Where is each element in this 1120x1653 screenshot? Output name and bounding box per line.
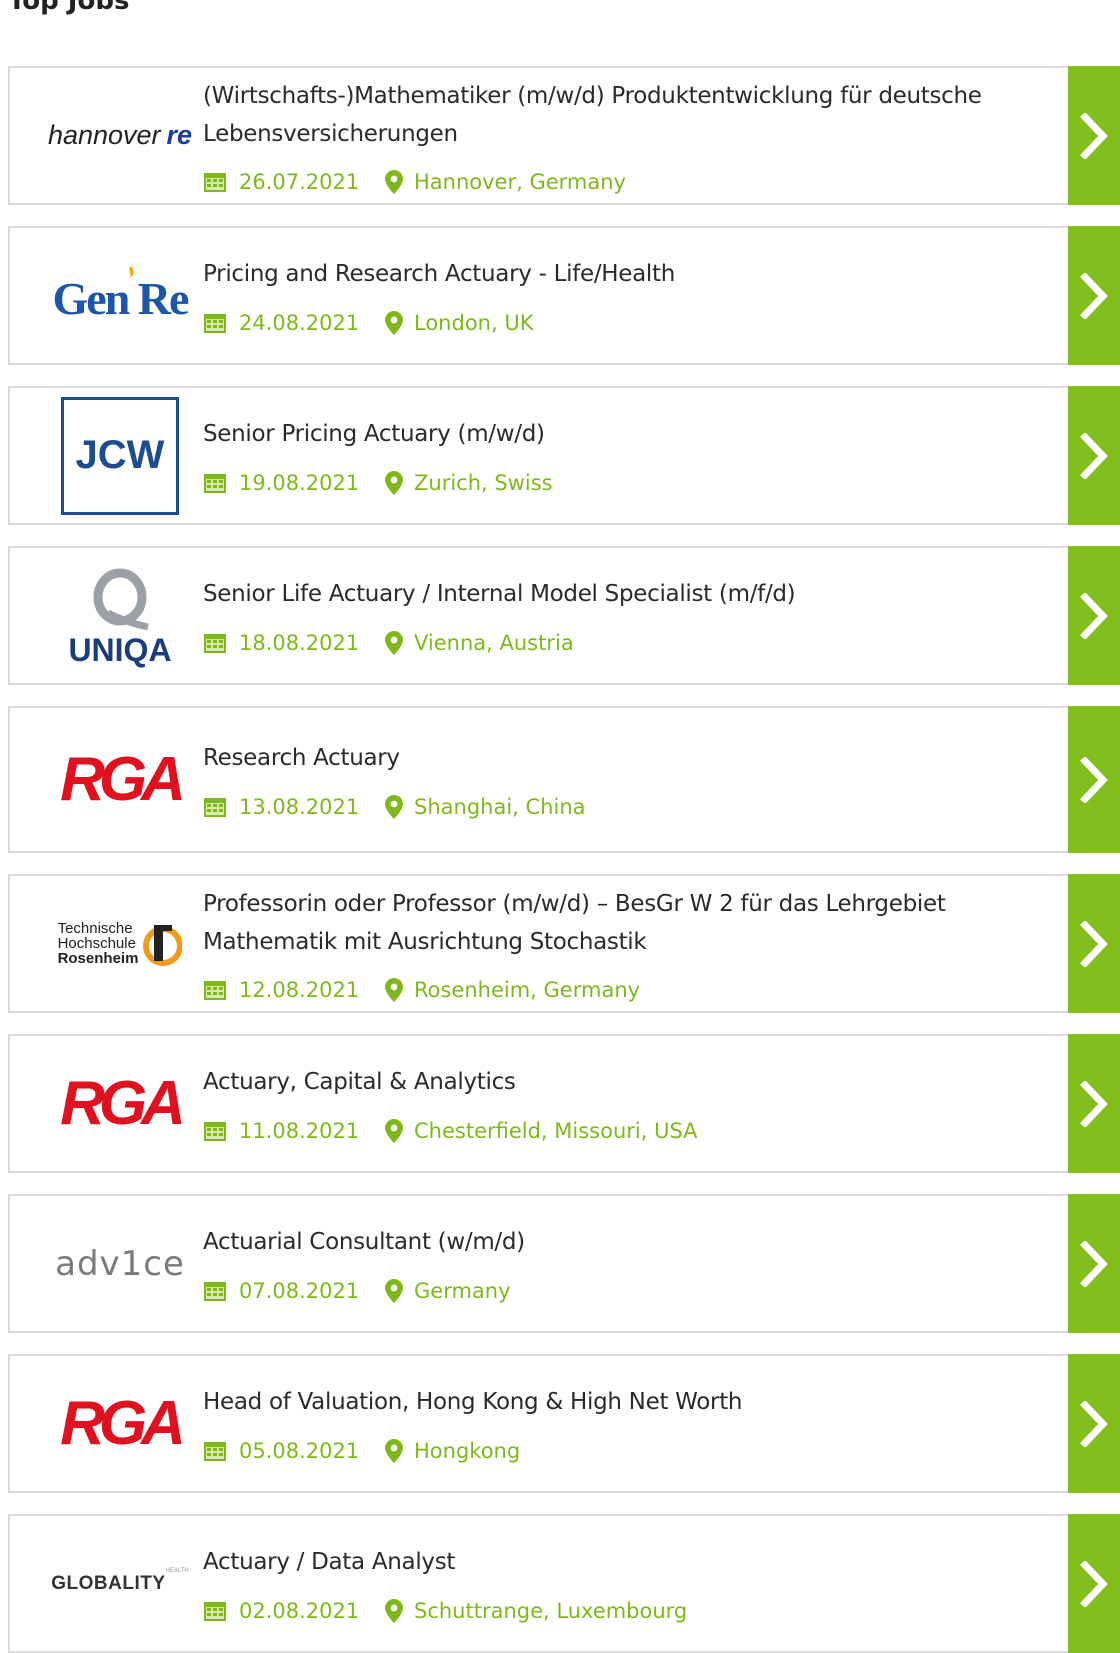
posting-date: 05.08.2021 (239, 1439, 360, 1463)
posting-date: 11.08.2021 (239, 1119, 360, 1143)
open-job-button[interactable] (1068, 66, 1120, 205)
job-title-link[interactable]: Head of Valuation, Hong Kong & High Net … (203, 1383, 1026, 1421)
location-pin-icon (385, 1279, 403, 1303)
company-logo-rga: RGA (60, 745, 186, 814)
open-job-button[interactable] (1068, 226, 1120, 365)
job-card[interactable]: JCW Senior Pricing Actuary (m/w/d) 19.08… (8, 386, 1120, 525)
chevron-right-icon (1080, 1400, 1108, 1447)
chevron-right-icon (1080, 272, 1108, 319)
posting-date: 07.08.2021 (239, 1279, 360, 1303)
chevron-right-icon (1080, 1080, 1108, 1127)
job-title-link[interactable]: Pricing and Research Actuary - Life/Heal… (203, 255, 1026, 293)
location-pin-icon (385, 1119, 403, 1143)
chevron-right-icon (1080, 592, 1108, 639)
job-title-link[interactable]: Actuary / Data Analyst (203, 1543, 1026, 1581)
location-pin-icon (385, 1439, 403, 1463)
open-job-button[interactable] (1068, 386, 1120, 525)
job-location: Schuttrange, Luxembourg (414, 1599, 688, 1623)
posting-date: 19.08.2021 (239, 471, 360, 495)
posting-date: 26.07.2021 (239, 170, 360, 194)
open-job-button[interactable] (1068, 546, 1120, 685)
open-job-button[interactable] (1068, 1514, 1120, 1653)
job-location: Rosenheim, Germany (414, 978, 641, 1002)
company-logo-globality: GLOBALITY HEALTH (51, 1568, 189, 1594)
job-title-link[interactable]: Actuary, Capital & Analytics (203, 1063, 1026, 1101)
chevron-right-icon (1080, 432, 1108, 479)
company-logo-rga: RGA (60, 1069, 186, 1138)
company-logo-jcw: JCW (40, 388, 200, 523)
open-job-button[interactable] (1068, 1354, 1120, 1493)
job-title-link[interactable]: Research Actuary (203, 739, 1026, 777)
location-pin-icon (385, 311, 403, 335)
section-title: Top Jobs (8, 0, 130, 16)
job-title-link[interactable]: Professorin oder Professor (m/w/d) – Bes… (203, 885, 1026, 961)
calendar-icon (203, 312, 227, 334)
calendar-icon (203, 796, 227, 818)
chevron-right-icon (1080, 920, 1108, 967)
open-job-button[interactable] (1068, 874, 1120, 1013)
open-job-button[interactable] (1068, 1034, 1120, 1173)
chevron-right-icon (1080, 1560, 1108, 1607)
calendar-icon (203, 1600, 227, 1622)
job-title-link[interactable]: (Wirtschafts-)Mathematiker (m/w/d) Produ… (203, 77, 1026, 153)
job-location: Vienna, Austria (414, 631, 574, 655)
company-logo-uniqa: UNIQA (40, 548, 200, 683)
job-location: Zurich, Swiss (414, 471, 553, 495)
open-job-button[interactable] (1068, 706, 1120, 853)
location-pin-icon (385, 795, 403, 819)
job-title-link[interactable]: Actuarial Consultant (w/m/d) (203, 1223, 1026, 1261)
job-location: Hannover, Germany (414, 170, 626, 194)
calendar-icon (203, 1120, 227, 1142)
calendar-icon (203, 1440, 227, 1462)
location-pin-icon (385, 1599, 403, 1623)
job-card[interactable]: UNIQA Senior Life Actuary / Internal Mod… (8, 546, 1120, 685)
posting-date: 12.08.2021 (239, 978, 360, 1002)
job-location: Hongkong (414, 1439, 521, 1463)
job-card[interactable]: adv1ce Actuarial Consultant (w/m/d) 07.0… (8, 1194, 1120, 1333)
job-title-link[interactable]: Senior Pricing Actuary (m/w/d) (203, 415, 1026, 453)
job-card[interactable]: RGA Research Actuary 13.08.2021 Shanghai… (8, 706, 1120, 853)
job-location: Chesterfield, Missouri, USA (414, 1119, 698, 1143)
job-card[interactable]: RGA Head of Valuation, Hong Kong & High … (8, 1354, 1120, 1493)
posting-date: 02.08.2021 (239, 1599, 360, 1623)
location-pin-icon (385, 631, 403, 655)
location-pin-icon (385, 170, 403, 194)
company-logo-hannover-re: hannover re (47, 120, 193, 150)
location-pin-icon (385, 978, 403, 1002)
svg-text:UNIQA: UNIQA (68, 632, 171, 668)
job-card[interactable]: Technische Hochschule Rosenheim Professo… (8, 874, 1120, 1013)
job-card[interactable]: RGA Actuary, Capital & Analytics 11.08.2… (8, 1034, 1120, 1173)
company-logo-rga: RGA (60, 1389, 186, 1458)
open-job-button[interactable] (1068, 1194, 1120, 1333)
job-location: Germany (414, 1279, 511, 1303)
job-card[interactable]: GLOBALITY HEALTH Actuary / Data Analyst … (8, 1514, 1120, 1653)
posting-date: 18.08.2021 (239, 631, 360, 655)
calendar-icon (203, 632, 227, 654)
company-logo-advice: adv1ce (55, 1243, 185, 1284)
company-logo-gen-re: Gen Re (40, 228, 200, 363)
job-title-link[interactable]: Senior Life Actuary / Internal Model Spe… (203, 575, 1026, 613)
job-card[interactable]: hannover re (Wirtschafts-)Mathematiker (… (8, 66, 1120, 205)
job-card[interactable]: Gen Re Pricing and Research Actuary - Li… (8, 226, 1120, 365)
location-pin-icon (385, 471, 403, 495)
chevron-right-icon (1080, 756, 1108, 803)
posting-date: 13.08.2021 (239, 795, 360, 819)
calendar-icon (203, 1280, 227, 1302)
posting-date: 24.08.2021 (239, 311, 360, 335)
job-location: London, UK (414, 311, 534, 335)
calendar-icon (203, 472, 227, 494)
company-logo-th-rosenheim: Technische Hochschule Rosenheim (40, 876, 200, 1011)
chevron-right-icon (1080, 112, 1108, 159)
chevron-right-icon (1080, 1240, 1108, 1287)
job-location: Shanghai, China (414, 795, 586, 819)
calendar-icon (203, 171, 227, 193)
calendar-icon (203, 979, 227, 1001)
svg-text:Gen Re: Gen Re (53, 273, 190, 324)
